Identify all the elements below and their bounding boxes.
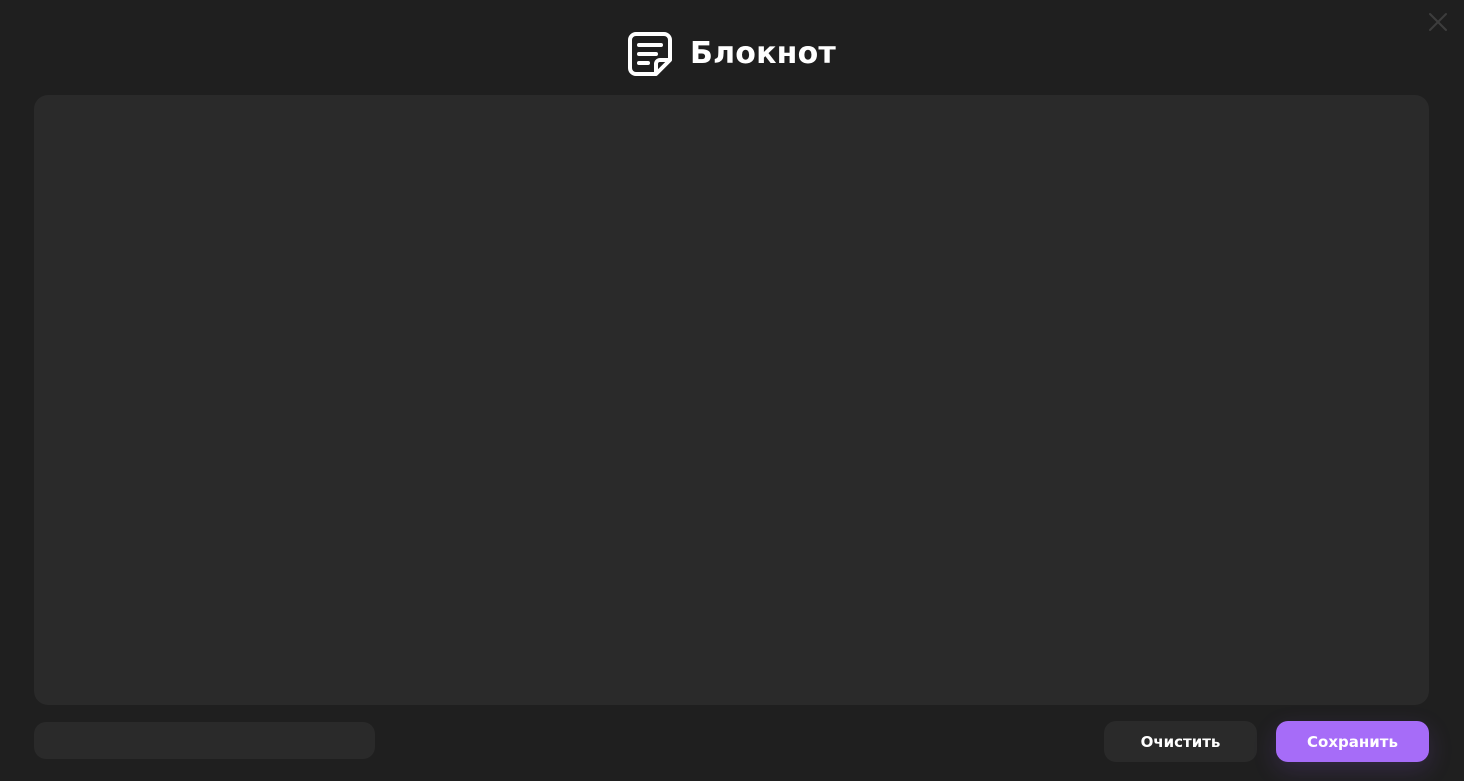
notepad-modal: Блокнот Очистить Сохранить: [0, 0, 1464, 781]
save-button[interactable]: Сохранить: [1276, 721, 1429, 762]
note-icon: [628, 32, 673, 76]
header-title-group: Блокнот: [628, 32, 836, 76]
save-button-label: Сохранить: [1307, 732, 1398, 751]
clear-button-label: Очистить: [1140, 732, 1221, 751]
modal-header: Блокнот: [0, 30, 1464, 78]
page-title: Блокнот: [690, 36, 836, 71]
status-bar: [34, 722, 375, 759]
clear-button[interactable]: Очистить: [1104, 721, 1257, 762]
note-textarea[interactable]: [34, 95, 1429, 705]
